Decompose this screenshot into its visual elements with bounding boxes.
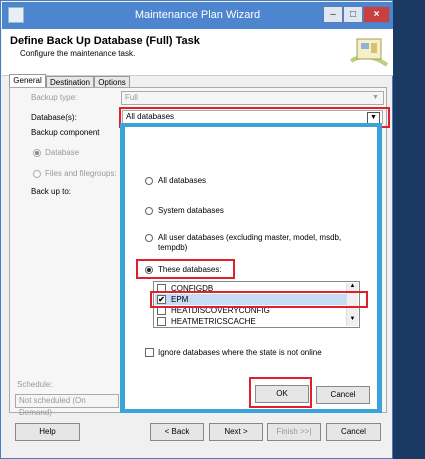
databases-label: Database(s): xyxy=(31,113,77,122)
back-up-to-label: Back up to: xyxy=(31,187,72,196)
wizard-header: Define Back Up Database (Full) Task Conf… xyxy=(2,29,393,76)
wizard-banner-icon xyxy=(349,38,389,67)
user-databases-label: All user databases (excluding master, mo… xyxy=(158,233,342,242)
backup-type-select: Full ▼ xyxy=(121,91,384,105)
ignore-offline-label: Ignore databases where the state is not … xyxy=(158,348,322,357)
backup-type-value: Full xyxy=(125,93,138,102)
scroll-down-icon[interactable]: ▼ xyxy=(347,316,358,322)
next-button[interactable]: Next > xyxy=(209,423,263,441)
these-databases-highlight xyxy=(136,259,235,279)
help-button[interactable]: Help xyxy=(15,423,80,441)
database-option-label: Database xyxy=(45,148,80,157)
system-databases-label: System databases xyxy=(158,206,224,215)
list-item[interactable]: HEATMETRICSCACHE xyxy=(155,316,347,327)
cancel-button[interactable]: Cancel xyxy=(326,423,381,441)
files-option-label: Files and filegroups: xyxy=(45,169,117,178)
system-databases-radio[interactable] xyxy=(145,207,153,215)
minimize-button[interactable]: – xyxy=(323,6,343,23)
backup-type-label: Backup type: xyxy=(31,93,78,102)
chevron-down-icon: ▼ xyxy=(372,94,379,101)
finish-button: Finish >>| xyxy=(267,423,321,441)
user-databases-radio[interactable] xyxy=(145,234,153,242)
page-title: Define Back Up Database (Full) Task xyxy=(10,35,200,47)
all-databases-radio[interactable] xyxy=(145,177,153,185)
popup-cancel-button[interactable]: Cancel xyxy=(316,386,370,404)
maximize-button[interactable]: □ xyxy=(343,6,363,23)
epm-highlight xyxy=(150,291,368,308)
ignore-offline-checkbox[interactable] xyxy=(145,348,154,357)
schedule-label: Schedule: xyxy=(17,380,53,389)
page-subtitle: Configure the maintenance task. xyxy=(20,49,136,58)
ok-highlight xyxy=(249,377,312,408)
backup-component-label: Backup component xyxy=(31,128,100,137)
database-radio xyxy=(33,149,41,157)
schedule-field: Not scheduled (On Demand) xyxy=(15,394,119,417)
list-item-label: HEATMETRICSCACHE xyxy=(171,317,256,326)
title-bar[interactable]: Maintenance Plan Wizard – □ × xyxy=(2,2,393,29)
files-radio xyxy=(33,170,41,178)
all-databases-label: All databases xyxy=(158,176,207,185)
close-button[interactable]: × xyxy=(363,6,390,23)
scroll-up-icon[interactable]: ▲ xyxy=(347,283,358,289)
back-button[interactable]: < Back xyxy=(150,423,204,441)
user-databases-label-2: tempdb) xyxy=(158,243,188,252)
heatmetricscache-checkbox[interactable] xyxy=(157,317,166,326)
